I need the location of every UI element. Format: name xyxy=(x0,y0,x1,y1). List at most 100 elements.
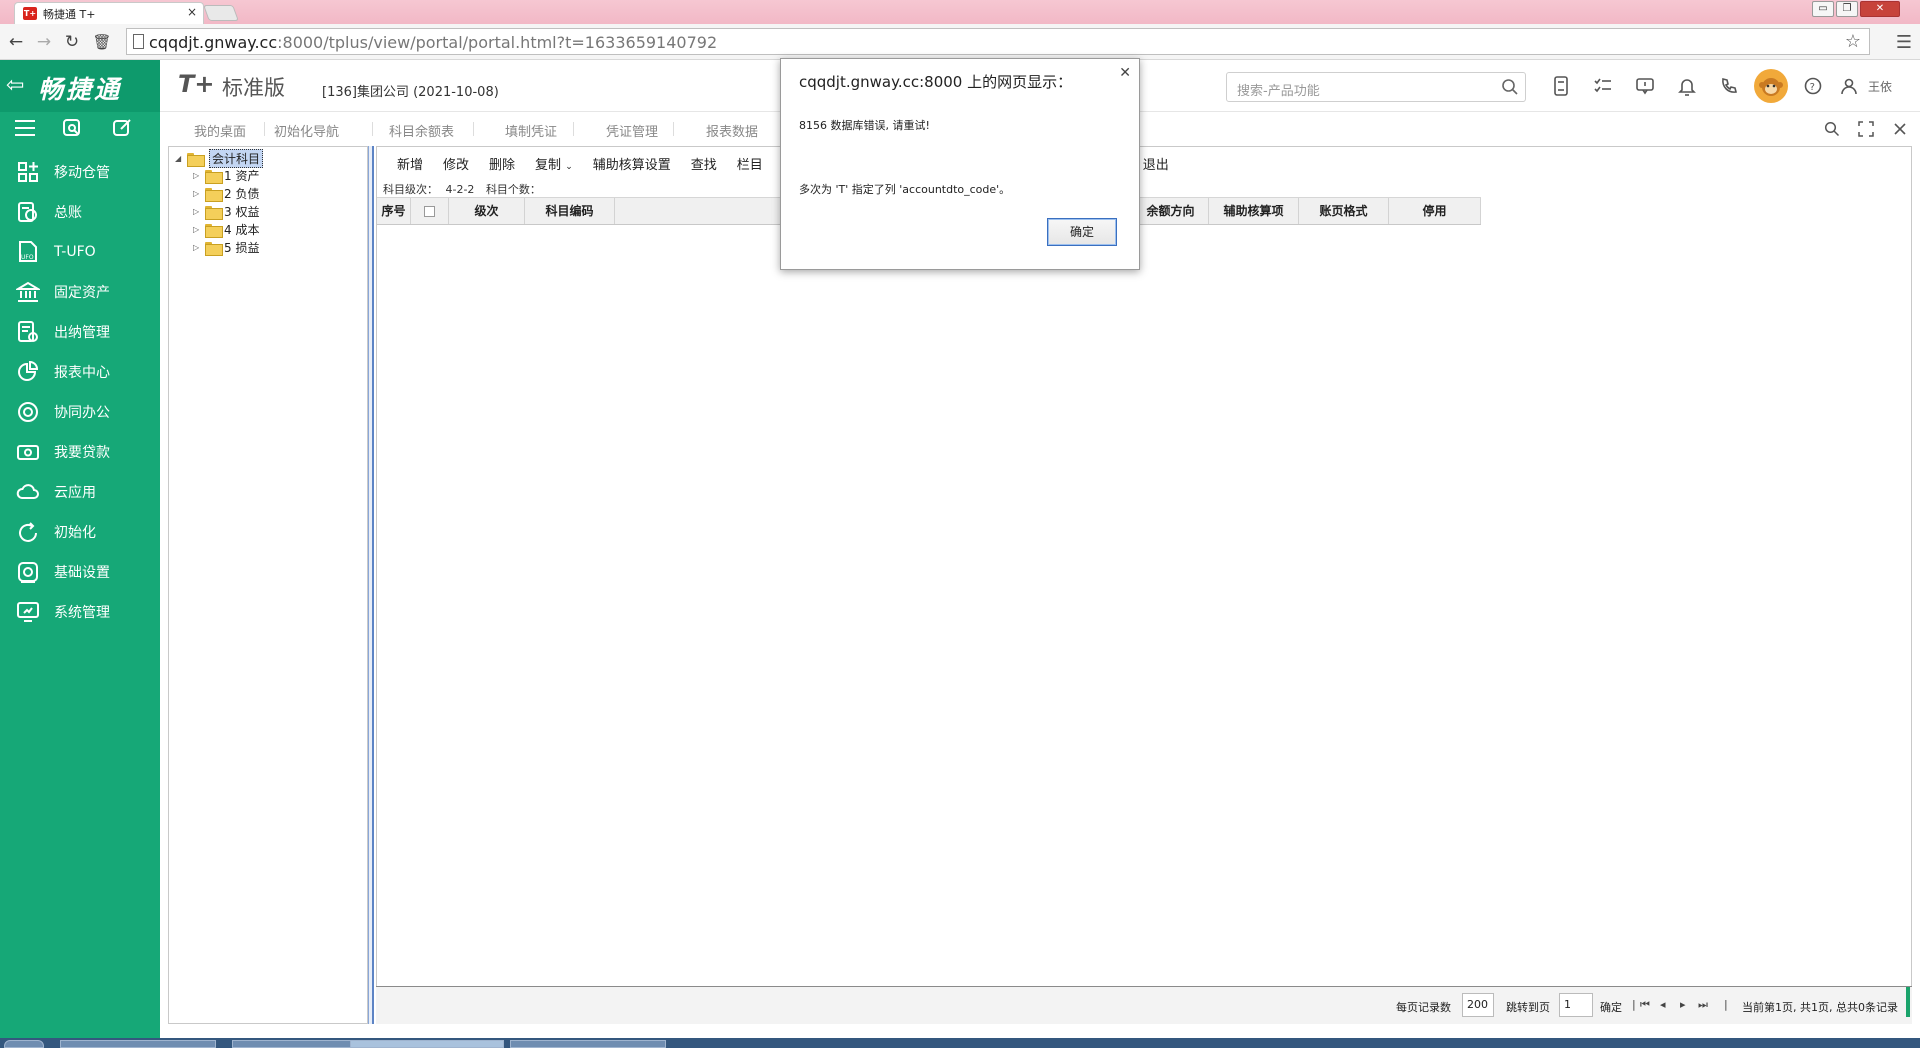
bookmark-star-icon[interactable]: ☆ xyxy=(1845,31,1861,52)
select-all-checkbox[interactable] xyxy=(424,206,435,217)
collapsed-arrow-icon[interactable]: ▷ xyxy=(193,189,205,198)
col-account-code[interactable]: 科目编码 xyxy=(525,198,615,224)
jump-page-input[interactable]: 1 xyxy=(1559,993,1593,1017)
sidebar-menu: 移动仓管 总账 UFO T-UFO 固定资产 出纳管理 报表中心 协同办公 我要 xyxy=(0,152,160,632)
restore-icon[interactable]: ❐ xyxy=(1836,1,1858,17)
fullscreen-icon[interactable] xyxy=(1856,119,1876,139)
start-button[interactable] xyxy=(4,1040,44,1048)
search-input[interactable]: 搜索-产品功能 xyxy=(1226,72,1526,102)
scroll-indicator[interactable] xyxy=(1906,987,1910,1017)
browser-menu-icon[interactable]: ☰ xyxy=(1896,32,1912,53)
collapsed-arrow-icon[interactable]: ▷ xyxy=(193,225,205,234)
message-icon[interactable] xyxy=(1624,72,1666,100)
tree-node-equity[interactable]: ▷ 3 权益 xyxy=(193,203,259,220)
forward-arrow-icon[interactable]: → xyxy=(34,31,54,53)
sidebar-item-cashier[interactable]: 出纳管理 xyxy=(0,312,160,352)
taskbar-item[interactable] xyxy=(510,1040,666,1048)
close-icon[interactable]: × xyxy=(187,5,197,19)
window-close-icon[interactable]: ✕ xyxy=(1860,1,1900,17)
calculator-icon[interactable] xyxy=(1540,72,1582,100)
col-select-all[interactable] xyxy=(411,198,449,224)
minimize-icon[interactable]: ▭ xyxy=(1812,1,1834,17)
col-level[interactable]: 级次 xyxy=(449,198,525,224)
close-icon[interactable] xyxy=(1890,119,1910,139)
ok-button[interactable]: 确定 xyxy=(1047,218,1117,246)
search-icon[interactable] xyxy=(1501,78,1519,100)
tab-voucher-management[interactable]: 凭证管理 xyxy=(606,121,658,140)
brand-name: 畅捷通 xyxy=(38,75,123,104)
sidebar-item-ledger[interactable]: 总账 xyxy=(0,192,160,232)
hamburger-menu-icon[interactable] xyxy=(14,118,36,143)
collapsed-arrow-icon[interactable]: ▷ xyxy=(193,243,205,252)
tree-node-liabilities[interactable]: ▷ 2 负债 xyxy=(193,185,259,202)
columns-button[interactable]: 栏目 xyxy=(737,154,763,173)
user-icon[interactable] xyxy=(1834,72,1864,100)
collapsed-arrow-icon[interactable]: ▷ xyxy=(193,207,205,216)
tab-fill-voucher[interactable]: 填制凭证 xyxy=(505,121,557,140)
collapsed-arrow-icon[interactable]: ▷ xyxy=(193,171,205,180)
folder-open-icon xyxy=(187,152,205,167)
tab-account-balance[interactable]: 科目余额表 xyxy=(389,121,454,140)
aux-settings-button[interactable]: 辅助核算设置 xyxy=(593,154,671,173)
edit-button[interactable]: 修改 xyxy=(443,154,469,173)
sidebar-item-fixed-assets[interactable]: 固定资产 xyxy=(0,272,160,312)
sidebar-item-collaboration[interactable]: 协同办公 xyxy=(0,392,160,432)
tab-report-data[interactable]: 报表数据 xyxy=(706,121,758,140)
tab-my-desktop[interactable]: 我的桌面 xyxy=(194,121,246,140)
per-page-input[interactable]: 200 xyxy=(1462,993,1494,1017)
back-arrow-icon[interactable]: ← xyxy=(6,31,26,53)
panel-splitter[interactable] xyxy=(368,146,374,1024)
monkey-mascot-icon[interactable] xyxy=(1750,69,1792,103)
last-page-icon[interactable]: ⏭ xyxy=(1698,998,1708,1012)
url-field[interactable]: cqqdjt.gnway.cc:8000/tplus/view/portal/p… xyxy=(126,28,1870,55)
col-aux-items[interactable]: 辅助核算项 xyxy=(1209,198,1299,224)
exit-button[interactable]: 退出 xyxy=(1143,154,1169,173)
sidebar-item-loan[interactable]: 我要贷款 xyxy=(0,432,160,472)
reload-icon[interactable]: ↻ xyxy=(62,31,82,53)
col-disabled[interactable]: 停用 xyxy=(1389,198,1481,224)
next-page-icon[interactable]: ▸ xyxy=(1680,998,1686,1011)
taskbar-item-active[interactable] xyxy=(350,1040,504,1048)
tree-root[interactable]: ◢ 会计科目 xyxy=(175,149,264,168)
edit-doc-icon[interactable] xyxy=(112,118,132,143)
username[interactable]: 王依 xyxy=(1868,78,1892,95)
sidebar-item-initialize[interactable]: 初始化 xyxy=(0,512,160,552)
search-doc-icon[interactable] xyxy=(62,118,82,143)
jump-label: 跳转到页 xyxy=(1506,1001,1550,1014)
first-page-icon[interactable]: ⏮ xyxy=(1640,998,1650,1012)
taskbar-item[interactable] xyxy=(60,1040,216,1048)
new-tab-button[interactable] xyxy=(203,5,239,21)
col-balance-direction[interactable]: 余额方向 xyxy=(1133,198,1209,224)
taskbar-item[interactable] xyxy=(232,1040,352,1048)
sidebar-item-basic-settings[interactable]: 基础设置 xyxy=(0,552,160,592)
find-button[interactable]: 查找 xyxy=(691,154,717,173)
tree-node-assets[interactable]: ▷ 1 资产 xyxy=(193,167,259,184)
expanded-arrow-icon[interactable]: ◢ xyxy=(175,154,187,163)
sidebar-item-reports[interactable]: 报表中心 xyxy=(0,352,160,392)
sidebar-item-system-admin[interactable]: 系统管理 xyxy=(0,592,160,632)
sidebar-item-mobile-warehouse[interactable]: 移动仓管 xyxy=(0,152,160,192)
delete-button[interactable]: 删除 xyxy=(489,154,515,173)
jump-confirm-button[interactable]: 确定 xyxy=(1600,999,1622,1015)
browser-tab[interactable]: T+ 畅捷通 T+ × xyxy=(14,2,204,24)
phone-icon[interactable] xyxy=(1708,72,1750,100)
sidebar-item-tufo[interactable]: UFO T-UFO xyxy=(0,232,160,272)
per-page-label: 每页记录数 xyxy=(1396,1001,1451,1014)
tab-init-guide[interactable]: 初始化导航 xyxy=(274,121,339,140)
help-icon[interactable]: ? xyxy=(1792,72,1834,100)
copy-dropdown-button[interactable]: 复制 ⌄ xyxy=(535,154,573,173)
tree-node-cost[interactable]: ▷ 4 成本 xyxy=(193,221,259,238)
tree-node-profit-loss[interactable]: ▷ 5 损益 xyxy=(193,239,259,256)
trash-icon[interactable]: 🗑 xyxy=(92,31,112,53)
back-arrow-icon[interactable]: ⇦ xyxy=(6,73,24,98)
search-icon[interactable] xyxy=(1822,119,1842,139)
checklist-icon[interactable] xyxy=(1582,72,1624,100)
add-button[interactable]: 新增 xyxy=(397,154,423,173)
bell-icon[interactable] xyxy=(1666,72,1708,100)
col-seq[interactable]: 序号 xyxy=(377,198,411,224)
col-page-format[interactable]: 账页格式 xyxy=(1299,198,1389,224)
sidebar-item-cloud-apps[interactable]: 云应用 xyxy=(0,472,160,512)
close-icon[interactable]: ✕ xyxy=(1119,65,1131,81)
prev-page-icon[interactable]: ◂ xyxy=(1660,998,1666,1011)
brand-bar: ⇦ 畅捷通 xyxy=(0,60,160,112)
